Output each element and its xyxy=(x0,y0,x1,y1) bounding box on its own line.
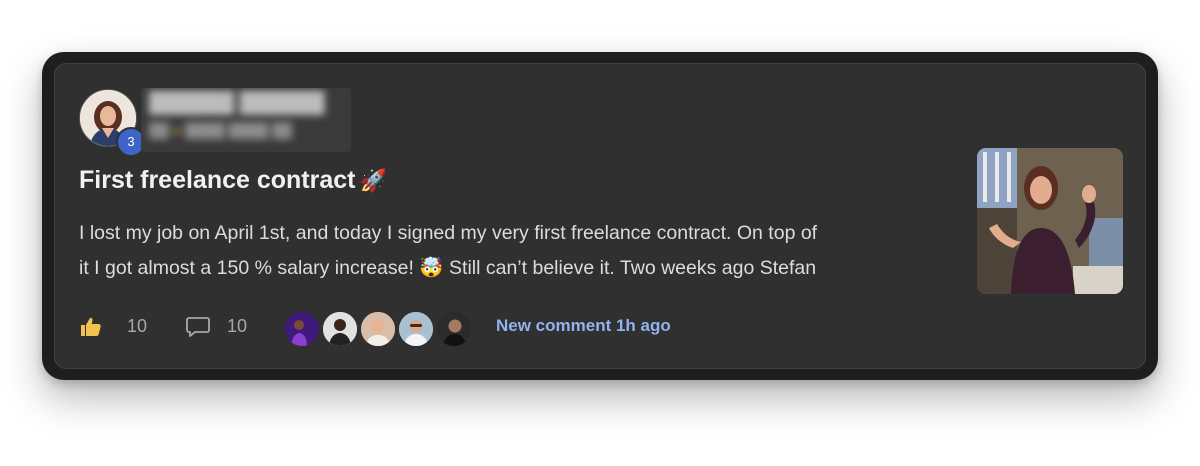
author-info-redacted: ██████ ██████ ██ ● ████ ████ ██ xyxy=(141,88,351,152)
comment-icon[interactable] xyxy=(185,315,211,339)
post-title-text: First freelance contract xyxy=(79,166,356,194)
commenter-avatars[interactable] xyxy=(283,310,483,348)
post-footer: 10 10 New comment 1h ago xyxy=(79,310,779,348)
author-meta-redacted: ██ ● ████ ████ ██ xyxy=(149,122,293,138)
commenter-avatar xyxy=(435,310,473,348)
commenter-avatar xyxy=(321,310,359,348)
author-name-redacted: ██████ ██████ xyxy=(149,92,325,114)
celebration-gif-icon xyxy=(977,148,1123,294)
post-card[interactable]: 3 ██████ ██████ ██ ● ████ ████ ██ First … xyxy=(54,63,1146,369)
comment-count: 10 xyxy=(227,316,248,336)
commenter-avatar xyxy=(359,310,397,348)
post-card-frame: 3 ██████ ██████ ██ ● ████ ████ ██ First … xyxy=(42,52,1158,380)
page: 3 ██████ ██████ ██ ● ████ ████ ██ First … xyxy=(0,0,1200,466)
post-body[interactable]: I lost my job on April 1st, and today I … xyxy=(79,216,959,286)
post-body-line: it I got almost a 150 % salary increase!… xyxy=(79,257,817,279)
post-body-line: I lost my job on April 1st, and today I … xyxy=(79,222,818,244)
post-title[interactable]: First freelance contract 🚀 xyxy=(79,166,387,195)
author-avatar[interactable]: 3 xyxy=(79,89,146,157)
commenter-avatar xyxy=(283,310,321,348)
commenter-avatar xyxy=(397,310,435,348)
new-comment-link[interactable]: New comment 1h ago xyxy=(496,316,671,336)
post-thumbnail[interactable] xyxy=(977,148,1123,294)
like-count: 10 xyxy=(127,316,148,336)
thumbs-up-icon[interactable] xyxy=(79,315,103,339)
rocket-emoji-icon: 🚀 xyxy=(359,168,387,193)
